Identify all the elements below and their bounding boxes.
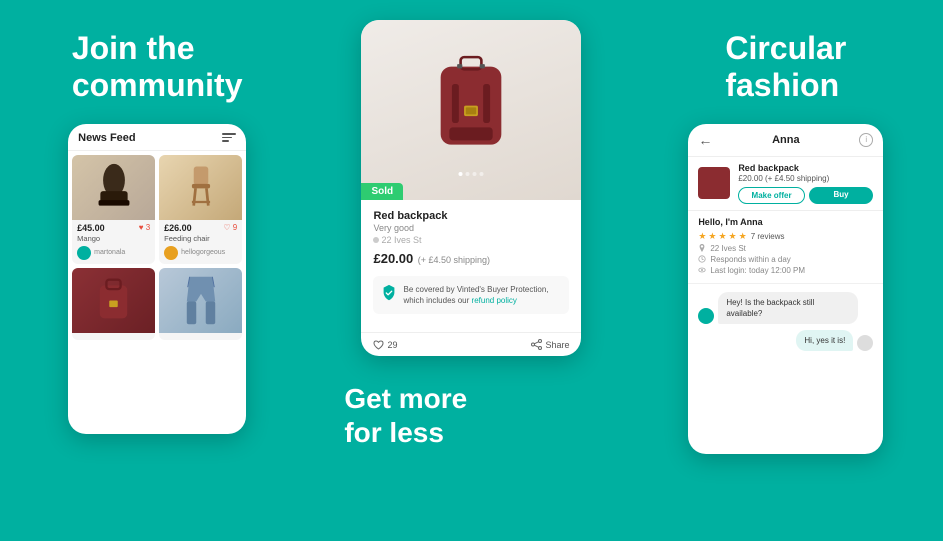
item-likes: ♡ 9: [223, 223, 237, 232]
feed-grid: £45.00 ♥ 3 Mango martonala: [68, 151, 246, 344]
chat-messages: Hey! Is the backpack still available? Hi…: [688, 284, 883, 360]
username: martonala: [94, 249, 125, 256]
left-section: Join the community News Feed: [0, 0, 314, 541]
item-name: Feeding chair: [164, 234, 237, 243]
list-item[interactable]: £26.00 ♡ 9 Feeding chair hellogorgeous: [159, 155, 242, 264]
avatar: [77, 246, 91, 260]
item-price: £45.00: [77, 223, 105, 233]
item-info: [159, 333, 242, 340]
seller-location: 22 Ives St: [710, 244, 746, 253]
protection-text: Be covered by Vinted's Buyer Protection,…: [403, 284, 561, 306]
item-image: [159, 268, 242, 333]
summary-product-price: £20.00 (+ £4.50 shipping): [738, 174, 873, 183]
seller-login-row: Last login: today 12:00 PM: [698, 266, 873, 275]
product-condition: Very good: [373, 223, 569, 233]
list-item[interactable]: £45.00 ♥ 3 Mango martonala: [72, 155, 155, 264]
seller-last-login: Last login: today 12:00 PM: [710, 266, 805, 275]
product-details: Red backpack Very good 22 Ives St £20.00…: [361, 200, 581, 332]
message-row-received: Hey! Is the backpack still available?: [698, 292, 873, 324]
item-info: [72, 333, 155, 340]
list-item[interactable]: [72, 268, 155, 340]
item-image: [159, 155, 242, 220]
product-summary: Red backpack £20.00 (+ £4.50 shipping) M…: [688, 157, 883, 211]
seller-greeting: Hello, I'm Anna: [698, 217, 873, 227]
seller-response: Responds within a day: [710, 255, 791, 264]
back-icon[interactable]: ←: [698, 132, 712, 148]
shield-icon: [381, 284, 397, 302]
share-icon: [531, 339, 542, 350]
location-icon: [698, 244, 706, 252]
avatar: [698, 308, 714, 324]
bottom-heading: Get more for less: [334, 382, 467, 449]
seller-response-row: Responds within a day: [698, 255, 873, 264]
product-location: 22 Ives St: [373, 235, 569, 245]
chat-header: ← Anna i: [688, 124, 883, 157]
item-info: £26.00 ♡ 9 Feeding chair hellogorgeous: [159, 220, 242, 264]
right-heading: Circular fashion: [725, 30, 846, 104]
product-summary-info: Red backpack £20.00 (+ £4.50 shipping) M…: [738, 163, 873, 204]
chat-title: Anna: [772, 134, 800, 146]
seller-location-row: 22 Ives St: [698, 244, 873, 253]
filter-icon[interactable]: [222, 133, 236, 143]
right-section: Circular fashion ← Anna i Red backpack £…: [629, 0, 943, 541]
item-user: hellogorgeous: [164, 246, 237, 260]
summary-product-name: Red backpack: [738, 163, 873, 173]
news-feed-header: News Feed: [68, 124, 246, 151]
seller-info: Hello, I'm Anna ★ ★ ★ ★ ★ 7 reviews 22 I…: [688, 211, 883, 284]
product-title: Red backpack: [373, 210, 569, 222]
message-bubble-received: Hey! Is the backpack still available?: [718, 292, 858, 324]
center-section: Sold Red backpack Very good 22 Ives St £…: [314, 0, 628, 541]
message-bubble-sent: Hi, yes it is!: [796, 330, 853, 351]
item-info: £45.00 ♥ 3 Mango martonala: [72, 220, 155, 264]
info-icon[interactable]: i: [859, 133, 873, 147]
item-image: [72, 155, 155, 220]
item-name: Mango: [77, 234, 150, 243]
avatar: [164, 246, 178, 260]
product-price: £20.00: [373, 251, 413, 266]
sold-badge: Sold: [361, 183, 403, 200]
username: hellogorgeous: [181, 249, 225, 256]
center-phone: Sold Red backpack Very good 22 Ives St £…: [361, 20, 581, 356]
clock-icon: [698, 255, 706, 263]
buyer-protection-box: Be covered by Vinted's Buyer Protection,…: [373, 276, 569, 314]
product-image-container: Sold: [361, 20, 581, 200]
left-phone: News Feed £45.00 ♥ 3: [68, 124, 246, 434]
buy-button[interactable]: Buy: [809, 187, 874, 204]
right-phone: ← Anna i Red backpack £20.00 (+ £4.50 sh…: [688, 124, 883, 454]
eye-icon: [698, 266, 706, 274]
news-feed-title: News Feed: [78, 132, 135, 144]
share-action[interactable]: Share: [531, 339, 569, 350]
item-price: £26.00: [164, 223, 192, 233]
item-likes: ♥ 3: [139, 223, 150, 232]
item-image: [72, 268, 155, 333]
message-row-sent: Hi, yes it is!: [698, 330, 873, 351]
location-dot-icon: [373, 237, 379, 243]
like-action[interactable]: 29: [373, 340, 397, 350]
list-item[interactable]: [159, 268, 242, 340]
left-heading: Join the community: [72, 30, 243, 104]
product-thumbnail: [698, 167, 730, 199]
product-actions: 29 Share: [361, 332, 581, 356]
item-user: martonala: [77, 246, 150, 260]
product-shipping: (+ £4.50 shipping): [418, 255, 490, 265]
star-rating: ★ ★ ★ ★ ★ 7 reviews: [698, 231, 873, 242]
heart-icon: [373, 340, 384, 350]
reviews-count: 7 reviews: [751, 232, 785, 241]
avatar: [857, 335, 873, 351]
offer-buy-buttons: Make offer Buy: [738, 187, 873, 204]
image-dots: [459, 172, 484, 176]
make-offer-button[interactable]: Make offer: [738, 187, 805, 204]
